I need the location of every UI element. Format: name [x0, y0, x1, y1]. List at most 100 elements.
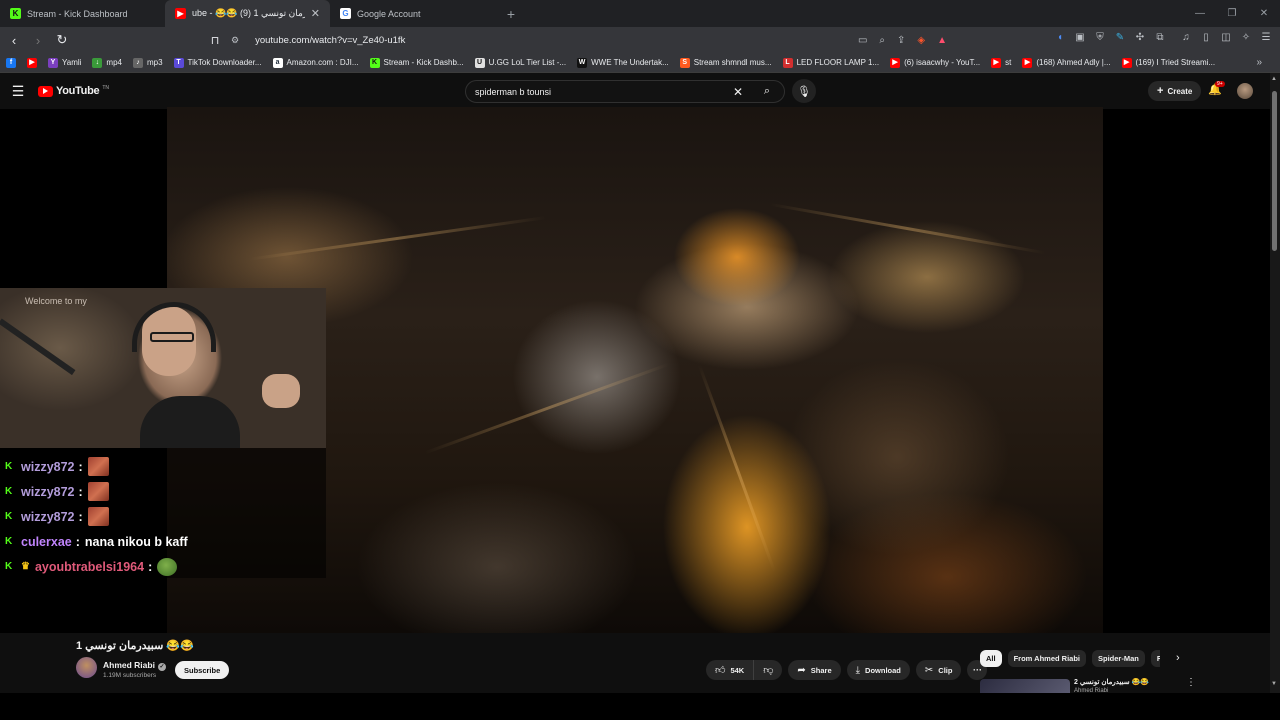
bookmark-facebook[interactable]: f [6, 57, 16, 68]
more-bookmarks-icon[interactable]: » [1256, 57, 1262, 68]
clip-button[interactable]: ✂ Clip [915, 660, 962, 680]
close-tab-icon[interactable]: ✕ [311, 7, 320, 20]
close-window-icon[interactable]: ✕ [1248, 0, 1280, 27]
frog-emote-image [157, 557, 178, 576]
bookmark-yamli[interactable]: Y Yamli [48, 57, 81, 68]
bookmark-st[interactable]: ▶ st [991, 57, 1011, 68]
bookmark-wwe[interactable]: W WWE The Undertak... [577, 57, 669, 68]
chat-overlay: K wizzy872 : K wizzy872 : K wizzy872 : K… [0, 448, 326, 578]
url-text[interactable]: youtube.com/watch?v=v_Ze40-u1fk [255, 35, 858, 46]
youtube-logo[interactable]: YouTube TN [38, 85, 109, 97]
bookmark-isaacwhy[interactable]: ▶ (6) isaacwhy - YouT... [890, 57, 980, 68]
share-label: Share [810, 665, 832, 675]
new-tab-button[interactable]: + [499, 0, 523, 27]
window-controls: — ❐ ✕ [1184, 0, 1280, 27]
kick-icon: K [5, 485, 13, 497]
wallet-icon[interactable]: ◫ [1220, 32, 1232, 43]
subscriber-count: 1.19M subscribers [103, 672, 157, 679]
light-streak [697, 364, 777, 573]
leo-icon[interactable]: ✧ [1240, 32, 1252, 43]
scroll-thumb[interactable] [1272, 91, 1277, 251]
search-button[interactable]: ⌕ [750, 80, 784, 103]
share-button[interactable]: ➦ Share [788, 660, 841, 680]
sidebar-icon[interactable]: ▯ [1200, 32, 1212, 43]
kick-icon: K [5, 460, 13, 472]
zoom-icon[interactable]: ⌕ [879, 35, 885, 46]
channel-name[interactable]: Ahmed Riabi [103, 660, 155, 670]
shield-icon[interactable]: ⛨ [1094, 32, 1106, 43]
download-icon: ⤓ [855, 664, 861, 676]
bookmark-ugg[interactable]: U U.GG LoL Tier List -... [474, 57, 566, 68]
channel-avatar[interactable] [76, 657, 97, 678]
youtube-play-icon [38, 85, 53, 97]
google-icon: G [340, 8, 351, 19]
scroll-up-icon[interactable]: ▲ [1271, 76, 1277, 82]
site-info-icon[interactable]: ⚙ [231, 35, 239, 46]
menu-icon[interactable]: ☰ [1260, 32, 1272, 43]
bookmark-stream[interactable]: S Stream shmndl mus... [679, 57, 772, 68]
channel-name-row[interactable]: Ahmed Riabi ✓ [103, 660, 166, 671]
brave-rewards-icon[interactable]: ▲ [937, 35, 947, 46]
light-streak [424, 362, 670, 455]
kick-icon: K [10, 8, 21, 19]
puzzle-icon[interactable]: ✣ [1134, 32, 1146, 43]
chat-message: K wizzy872 : [0, 454, 326, 479]
chat-text: nana nikou b kaff [84, 534, 188, 549]
audio-icon[interactable]: ◖ [1054, 32, 1066, 43]
related-video-thumbnail[interactable] [980, 679, 1070, 693]
bookmark-mp3[interactable]: ♪ mp3 [132, 57, 163, 68]
scroll-down-icon[interactable]: ▼ [1271, 681, 1277, 687]
bookmark-label: Stream shmndl mus... [693, 58, 772, 67]
download-icon: ↓ [92, 57, 103, 68]
tab-youtube-video[interactable]: ▶ ube - 😂😂 سبيدرمان تونسي 1 (9) ✕ [165, 0, 330, 27]
kick-icon: K [5, 510, 13, 522]
screenshot-icon[interactable]: ⧉ [1154, 32, 1166, 43]
bookmark-ahmed-adly[interactable]: ▶ (168) Ahmed Adly |... [1022, 57, 1111, 68]
download-button[interactable]: ⤓ Download [846, 660, 910, 680]
address-bar[interactable]: ⊓ ⚙ youtube.com/watch?v=v_Ze40-u1fk ▭ ⌕ … [205, 30, 957, 50]
hamburger-menu-icon[interactable]: ☰ [0, 83, 36, 100]
bookmark-icon[interactable]: ⊓ [205, 34, 225, 47]
dislike-button[interactable]: 👎︎ [754, 660, 782, 680]
extension-icon[interactable]: ▣ [1074, 32, 1086, 43]
bookmark-lamp[interactable]: L LED FLOOR LAMP 1... [782, 57, 879, 68]
chip-from-channel[interactable]: From Ahmed Riabi [1007, 650, 1086, 667]
chip-related[interactable]: Related [1150, 650, 1160, 667]
translate-icon[interactable]: ✎ [1114, 32, 1126, 43]
create-button[interactable]: + Create [1148, 81, 1202, 101]
search-input[interactable]: spiderman b tounsi [475, 87, 726, 97]
chevron-right-icon[interactable]: › [1176, 652, 1180, 664]
kebab-menu-icon[interactable]: ⋮ [1186, 677, 1196, 688]
bookmark-tiktok[interactable]: T TikTok Downloader... [173, 57, 262, 68]
like-button[interactable]: 👍︎ 54K [706, 660, 755, 680]
reload-icon[interactable]: ↻ [52, 30, 72, 50]
chip-all[interactable]: All [980, 650, 1002, 667]
bookmark-kick[interactable]: K Stream - Kick Dashb... [369, 57, 464, 68]
related-filter-chips: All From Ahmed Riabi Spider-Man Related [980, 650, 1160, 667]
account-avatar[interactable] [1237, 83, 1253, 99]
related-video-title[interactable]: 😂😂 سبيدرمان تونسي 2 [1074, 678, 1149, 686]
tab-google-account[interactable]: G Google Account [330, 0, 495, 27]
bookmark-mp4[interactable]: ↓ mp4 [92, 57, 122, 68]
clear-search-icon[interactable]: ✕ [726, 85, 750, 99]
media-icon[interactable]: ♫ [1180, 32, 1192, 43]
cast-icon[interactable]: ▭ [858, 35, 867, 46]
voice-search-icon[interactable]: 🎙 [792, 79, 816, 103]
chip-spider-man[interactable]: Spider-Man [1092, 650, 1145, 667]
brave-shield-icon[interactable]: ◈ [917, 35, 925, 46]
kick-icon: K [369, 57, 380, 68]
restore-icon[interactable]: ❐ [1216, 0, 1248, 27]
forward-icon[interactable]: › [28, 30, 48, 50]
bookmark-amazon[interactable]: a Amazon.com : DJI... [272, 57, 359, 68]
subscribe-button[interactable]: Subscribe [175, 661, 230, 679]
video-info: 😂😂 سبيدرمان تونسي 1 Ahmed Riabi ✓ 1.19M s… [0, 633, 1270, 694]
tab-kick-dashboard[interactable]: K Stream - Kick Dashboard [0, 0, 165, 27]
page-scrollbar[interactable]: ▲ ▼ [1270, 73, 1280, 693]
plus-icon: + [1157, 85, 1164, 97]
minimize-icon[interactable]: — [1184, 0, 1216, 27]
bookmark-youtube[interactable]: ▶ [27, 57, 37, 68]
share-icon[interactable]: ⇪ [897, 35, 905, 46]
bookmark-tried-streaming[interactable]: ▶ (169) I Tried Streami... [1121, 57, 1215, 68]
back-icon[interactable]: ‹ [4, 30, 24, 50]
search-box[interactable]: spiderman b tounsi ✕ ⌕ [465, 80, 785, 103]
